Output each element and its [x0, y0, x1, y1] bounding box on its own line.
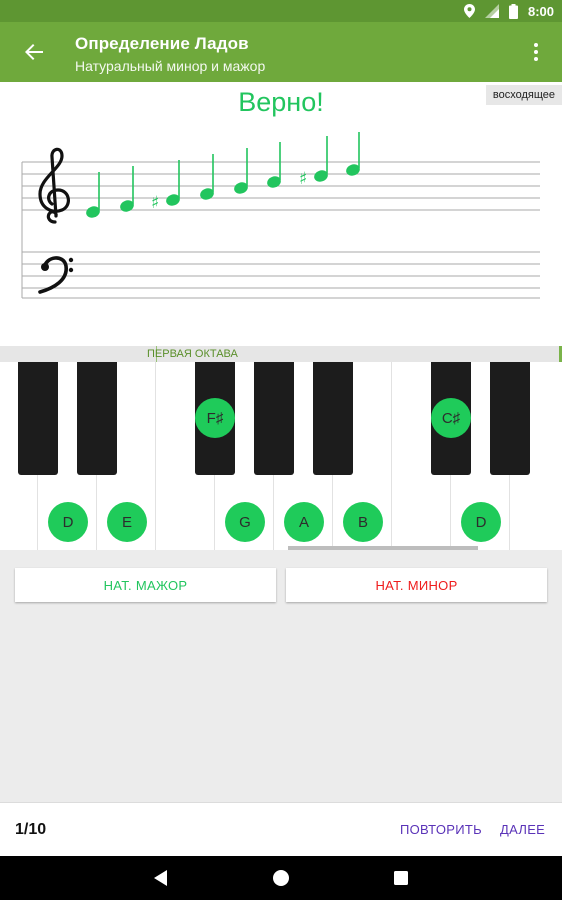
black-key-gsharp1[interactable] — [254, 362, 294, 475]
result-text: Верно! — [238, 87, 324, 117]
note-marker-g1: G — [225, 502, 265, 542]
arrow-back-icon — [25, 44, 43, 60]
more-vert-icon-dot — [534, 57, 538, 61]
note-marker-csharp: C♯ — [431, 398, 471, 438]
system-home-button[interactable] — [269, 866, 293, 890]
note-marker-d2: D — [461, 502, 501, 542]
system-navigation-bar — [0, 856, 562, 900]
recents-square-icon — [394, 871, 408, 885]
direction-toggle[interactable]: восходящее — [485, 85, 562, 105]
repeat-button[interactable]: ПОВТОРИТЬ — [400, 822, 482, 837]
natural-minor-button[interactable]: НАТ. МИНОР — [286, 568, 547, 602]
svg-text:♯: ♯ — [299, 169, 307, 189]
note-marker-e1: E — [107, 502, 147, 542]
bass-clef-icon — [38, 256, 74, 294]
note-b1 — [267, 142, 281, 188]
svg-text:♯: ♯ — [151, 193, 159, 213]
status-time: 8:00 — [527, 3, 554, 19]
natural-major-button[interactable]: НАТ. МАЖОР — [15, 568, 276, 602]
note-d1 — [86, 172, 100, 218]
black-key-dsharp2[interactable] — [490, 362, 530, 475]
notation-area: ♯ ♯ Верно! восходящее — [0, 82, 562, 346]
question-counter: 1/10 — [15, 821, 47, 838]
octave-bar: ПЕРВАЯ ОКТАВА — [0, 346, 562, 362]
status-bar: 8:00 — [0, 0, 562, 22]
piano-keyboard: F♯ C♯ D E G A B D — [0, 362, 562, 550]
black-key-dsharp1[interactable] — [77, 362, 117, 475]
next-button[interactable]: ДАЛЕЕ — [500, 822, 545, 837]
battery-icon — [508, 3, 518, 19]
app-screen: 8:00 Определение Ладов Натуральный минор… — [0, 0, 562, 900]
note-g1 — [200, 154, 214, 200]
app-subtitle: Натуральный минор и мажор — [75, 58, 266, 74]
note-marker-a1: A — [284, 502, 324, 542]
answers-panel: НАТ. МАЖОР НАТ. МИНОР — [0, 550, 562, 802]
app-title: Определение Ладов — [75, 34, 249, 53]
app-bar: Определение Ладов Натуральный минор и ма… — [0, 22, 562, 82]
more-vert-icon — [534, 43, 538, 47]
home-circle-icon — [273, 870, 289, 886]
note-marker-fsharp: F♯ — [195, 398, 235, 438]
note-marker-d1: D — [48, 502, 88, 542]
system-back-button[interactable] — [148, 866, 172, 890]
black-key-csharp1[interactable] — [18, 362, 58, 475]
music-staff: ♯ ♯ — [21, 132, 540, 299]
signal-icon — [484, 4, 499, 18]
back-triangle-icon — [154, 870, 167, 886]
more-options-button[interactable] — [524, 38, 548, 66]
location-icon — [463, 4, 475, 18]
bottom-bar: 1/10 ПОВТОРИТЬ ДАЛЕЕ — [0, 802, 562, 856]
note-d2 — [346, 132, 360, 176]
black-key-asharp1[interactable] — [313, 362, 353, 475]
back-button[interactable] — [18, 36, 50, 68]
system-recents-button[interactable] — [389, 866, 413, 890]
more-vert-icon-dot — [534, 50, 538, 54]
note-a1 — [234, 148, 248, 194]
note-e1 — [120, 166, 134, 212]
note-marker-b1: B — [343, 502, 383, 542]
octave-label: ПЕРВАЯ ОКТАВА — [147, 348, 238, 360]
